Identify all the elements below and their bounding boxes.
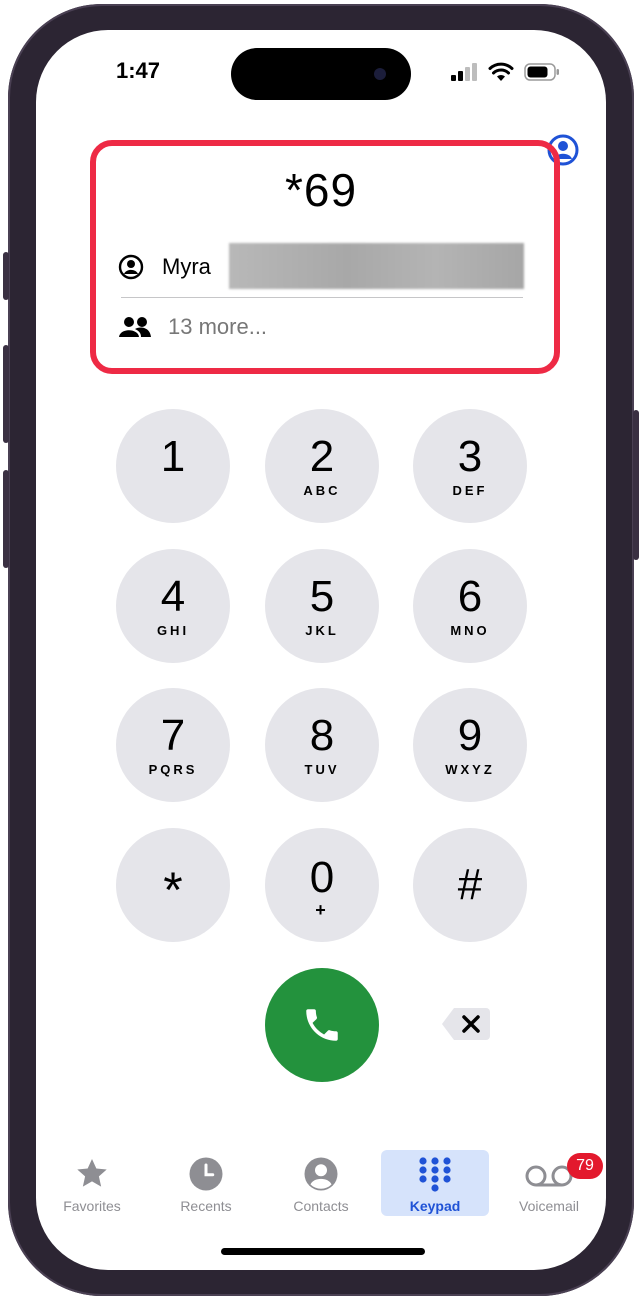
key-9[interactable]: 9 WXYZ xyxy=(413,688,527,802)
key-5[interactable]: 5 JKL xyxy=(265,549,379,663)
keypad-icon xyxy=(419,1157,451,1192)
tab-favorites[interactable]: Favorites xyxy=(38,1150,146,1216)
backspace-icon[interactable] xyxy=(440,1006,492,1042)
wifi-icon xyxy=(488,62,514,81)
key-letters: + xyxy=(315,900,329,920)
tab-label: Recents xyxy=(180,1198,232,1214)
key-letters: DEF xyxy=(452,483,488,498)
side-button-volume-up xyxy=(3,345,9,443)
redacted-contact-details xyxy=(229,243,524,289)
key-letters: TUV xyxy=(304,762,340,777)
key-letters: GHI xyxy=(156,623,190,638)
key-digit: 8 xyxy=(309,711,335,760)
key-digit: 3 xyxy=(457,432,483,481)
key-digit: 7 xyxy=(160,711,186,760)
key-4[interactable]: 4 GHI xyxy=(116,549,230,663)
key-0[interactable]: 0 + xyxy=(265,828,379,942)
tab-voicemail[interactable]: Voicemail 79 xyxy=(495,1150,603,1216)
key-7[interactable]: 7 PQRS xyxy=(116,688,230,802)
key-letters: MNO xyxy=(450,623,490,638)
key-letters: WXYZ xyxy=(445,762,495,777)
home-indicator[interactable] xyxy=(221,1248,425,1255)
phone-screen: 1:47 *69 Myra 13 more... 1 2 ABC 3 DEF 4… xyxy=(36,30,606,1270)
tab-keypad[interactable]: Keypad xyxy=(381,1150,489,1216)
key-digit: # xyxy=(457,860,483,909)
key-digit: 1 xyxy=(160,432,186,481)
tab-label: Voicemail xyxy=(519,1198,579,1214)
person-circle-icon xyxy=(118,254,144,280)
key-star[interactable]: * xyxy=(116,828,230,942)
key-2[interactable]: 2 ABC xyxy=(265,409,379,523)
dynamic-island xyxy=(231,48,411,100)
key-letters: JKL xyxy=(305,623,339,638)
tab-label: Contacts xyxy=(293,1198,349,1214)
suggestion-divider xyxy=(121,297,523,298)
star-icon xyxy=(77,1159,107,1187)
voicemail-badge: 79 xyxy=(567,1153,603,1179)
key-digit: 5 xyxy=(309,572,335,621)
contact-suggestion[interactable]: Myra xyxy=(118,254,211,280)
key-1[interactable]: 1 xyxy=(116,409,230,523)
key-digit: 6 xyxy=(457,572,483,621)
status-time: 1:47 xyxy=(116,58,161,83)
people-icon xyxy=(119,317,151,337)
key-6[interactable]: 6 MNO xyxy=(413,549,527,663)
phone-icon xyxy=(306,1009,338,1041)
side-button-volume-down xyxy=(3,470,9,568)
side-button-power xyxy=(633,410,639,560)
dialed-number: *69 xyxy=(284,164,358,216)
call-button[interactable] xyxy=(265,968,379,1082)
tab-contacts[interactable]: Contacts xyxy=(267,1150,375,1216)
key-digit: 2 xyxy=(309,432,335,481)
tab-label: Keypad xyxy=(409,1198,461,1214)
key-digit: 9 xyxy=(457,711,483,760)
more-suggestions-label: 13 more... xyxy=(168,314,268,339)
key-letters: ABC xyxy=(303,483,341,498)
status-icons xyxy=(450,62,560,82)
tab-recents[interactable]: Recents xyxy=(152,1150,260,1216)
tab-label: Favorites xyxy=(63,1198,121,1214)
side-button-action xyxy=(3,252,9,300)
clock-icon xyxy=(189,1157,223,1191)
suggestion-name: Myra xyxy=(162,254,211,279)
key-hash[interactable]: # xyxy=(413,828,527,942)
key-digit: 0 xyxy=(309,853,335,902)
key-3[interactable]: 3 DEF xyxy=(413,409,527,523)
tab-bar: Favorites Recents Contacts Keypad Voicem… xyxy=(36,1150,606,1220)
key-letters: PQRS xyxy=(148,762,198,777)
key-8[interactable]: 8 TUV xyxy=(265,688,379,802)
battery-icon xyxy=(524,63,559,81)
more-suggestions[interactable]: 13 more... xyxy=(118,314,267,340)
camera-icon xyxy=(374,68,386,80)
cellular-signal-icon xyxy=(451,63,477,81)
key-digit: 4 xyxy=(160,572,186,621)
person-circle-icon xyxy=(304,1157,338,1191)
key-digit: * xyxy=(163,862,183,918)
